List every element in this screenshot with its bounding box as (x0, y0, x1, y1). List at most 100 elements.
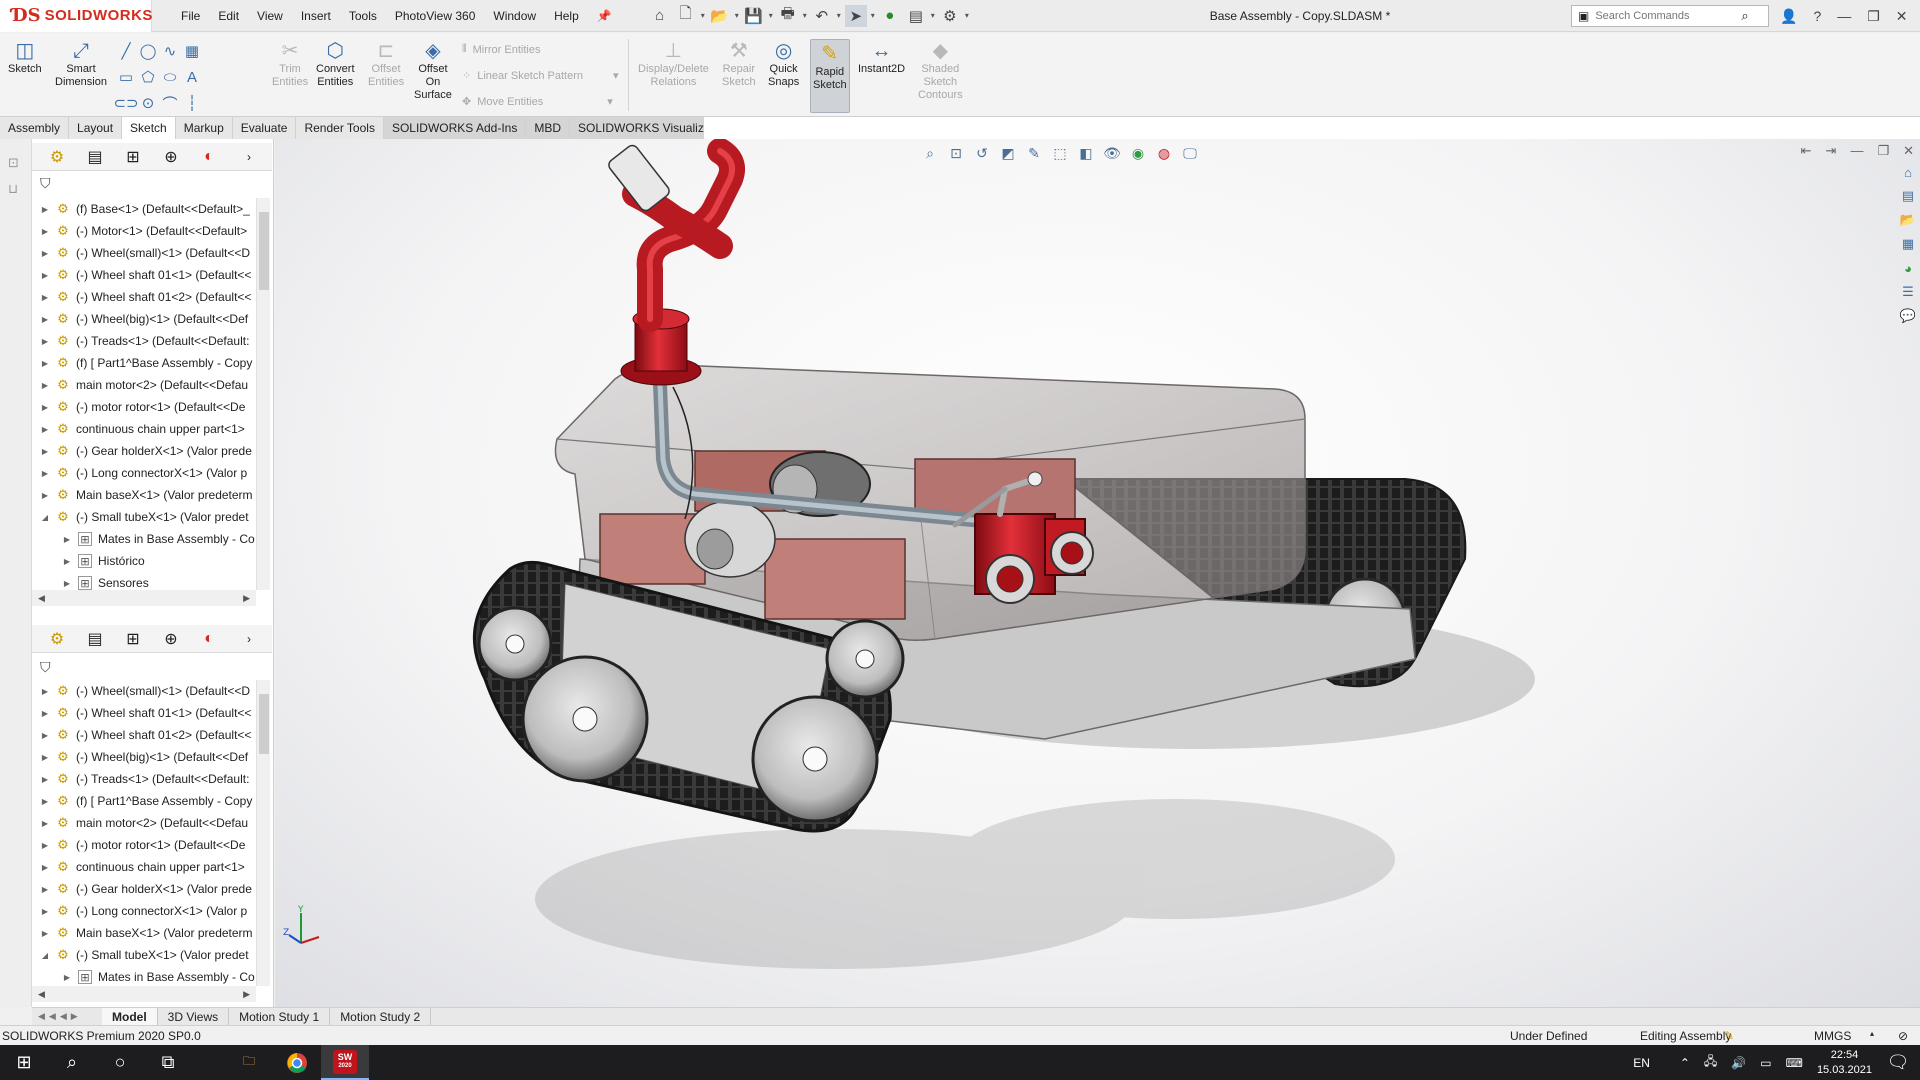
collapsed-arrow-icon[interactable]: ▶ (38, 753, 52, 762)
collapsed-arrow-icon[interactable]: ▶ (38, 687, 52, 696)
search-input[interactable] (1595, 10, 1736, 22)
collapsed-arrow-icon[interactable]: ▶ (38, 885, 52, 894)
collapsed-arrow-icon[interactable]: ▶ (38, 819, 52, 828)
tab-layout[interactable]: Layout (69, 117, 123, 139)
graphics-area[interactable]: ⌕ ⊡ ↺ ◩ ✎ ⬚ ◧ 👁 ◉ ◍ 🖵 ⇤ ⇥ — ❐ ✕ ⌂ ▤ 📂 ▦ … (275, 139, 1920, 1007)
sketch-fillet-icon[interactable]: ▦ (182, 39, 202, 63)
filter-top[interactable]: ⛉ (34, 172, 272, 194)
collapsed-arrow-icon[interactable]: ▶ (60, 973, 74, 982)
options-gear-icon[interactable]: ⚙ (939, 5, 961, 27)
collapsed-arrow-icon[interactable]: ▶ (38, 403, 52, 412)
tree-bottom-vscroll[interactable] (256, 680, 270, 986)
tab-motion-study-1[interactable]: Motion Study 1 (229, 1007, 331, 1026)
circle-icon[interactable]: ◯ (138, 39, 158, 63)
move-entities-button[interactable]: ✥ Move Entities ▾ (462, 95, 613, 109)
undo-dropdown-icon[interactable]: ▾ (837, 11, 841, 20)
tab-mbd[interactable]: MBD (526, 117, 570, 139)
display-manager-icon[interactable]: ◐ (196, 146, 222, 168)
volume-icon[interactable]: 🔊 (1731, 1056, 1746, 1070)
collapsed-arrow-icon[interactable]: ▶ (38, 227, 52, 236)
tree-item[interactable]: ▶ ⚙ Main baseX<1> (Valor predeterm (32, 922, 256, 944)
collapsed-arrow-icon[interactable]: ▶ (38, 425, 52, 434)
tab-visualize[interactable]: SOLIDWORKS Visualize (570, 117, 720, 139)
mirror-entities-button[interactable]: ⫴ Mirror Entities (462, 43, 540, 56)
tab-sketch[interactable]: Sketch (122, 117, 176, 139)
notifications-icon[interactable]: 🗨 (1884, 1045, 1912, 1080)
tree-child-item[interactable]: ▶ ⊞ Mates in Base Assembly - Co (32, 966, 256, 986)
filter-icon-2[interactable]: ⛉ (40, 659, 51, 676)
tree-item[interactable]: ▶ ⚙ (-) Wheel(small)<1> (Default<<D (32, 680, 256, 702)
centerline-icon[interactable]: ┆ (182, 91, 202, 115)
expanded-arrow-icon[interactable]: ◢ (38, 951, 52, 960)
collapsed-arrow-icon[interactable]: ▶ (38, 841, 52, 850)
feature-tree-icon-2[interactable]: ⚙ (44, 628, 70, 650)
cortana-icon[interactable]: ○ (96, 1045, 144, 1080)
tab-motion-study-2[interactable]: Motion Study 2 (330, 1007, 432, 1026)
network-icon[interactable]: 🖧 (1704, 1052, 1717, 1073)
tree-item[interactable]: ▶ ⚙ (-) motor rotor<1> (Default<<De (32, 396, 256, 418)
battery-icon[interactable]: ▭ (1760, 1056, 1771, 1070)
tab-model[interactable]: Model (102, 1007, 158, 1026)
tree-item[interactable]: ▶ ⚙ main motor<2> (Default<<Defau (32, 812, 256, 834)
trim-entities-button[interactable]: ✂ Trim Entities (272, 39, 308, 89)
tree-item[interactable]: ▶ ⚙ (-) Gear holderX<1> (Valor prede (32, 440, 256, 462)
offset-entities-button[interactable]: ⊏ Offset Entities (368, 39, 404, 89)
help-icon[interactable]: ? (1813, 8, 1821, 24)
tree-child-item[interactable]: ▶ ⊞ Mates in Base Assembly - Co (32, 528, 256, 550)
tab-assembly[interactable]: Assembly (0, 117, 70, 139)
tree-item[interactable]: ▶ ⚙ (-) motor rotor<1> (Default<<De (32, 834, 256, 856)
filter-bottom[interactable]: ⛉ (34, 656, 272, 678)
tab-evaluate[interactable]: Evaluate (233, 117, 297, 139)
select-dropdown-icon[interactable]: ▾ (871, 11, 875, 20)
tree-item[interactable]: ▶ ⚙ (f) [ Part1^Base Assembly - Copy (32, 352, 256, 374)
tree-item[interactable]: ▶ ⚙ (-) Wheel shaft 01<1> (Default<< (32, 702, 256, 724)
tree-item[interactable]: ▶ ⚙ (-) Wheel shaft 01<1> (Default<< (32, 264, 256, 286)
open-icon[interactable]: 📂 (709, 5, 731, 27)
collapsed-arrow-icon[interactable]: ▶ (38, 731, 52, 740)
point-icon[interactable]: ⊙ (138, 91, 158, 115)
expand-arrow-icon-2[interactable]: › (236, 628, 262, 650)
search-taskbar-icon[interactable]: ⌕ (48, 1045, 96, 1080)
slot-icon[interactable]: ⊂⊃ (113, 91, 138, 115)
collapsed-arrow-icon[interactable]: ▶ (38, 359, 52, 368)
solidworks-logo[interactable]: ƊS SOLIDWORKS (0, 0, 152, 32)
home-icon[interactable]: ⌂ (649, 5, 671, 27)
quick-snaps-button[interactable]: ◎ Quick Snaps (768, 39, 799, 89)
collapsed-arrow-icon[interactable]: ▶ (38, 491, 52, 500)
tab-markup[interactable]: Markup (176, 117, 233, 139)
collapsed-arrow-icon[interactable]: ▶ (38, 249, 52, 258)
tree-item[interactable]: ◢ ⚙ (-) Small tubeX<1> (Valor predet (32, 506, 256, 528)
tree-bottom-hscroll[interactable]: ◀ ▶ (32, 986, 256, 1002)
traffic-light-icon[interactable]: ● (879, 5, 901, 27)
collapsed-arrow-icon[interactable]: ▶ (38, 907, 52, 916)
tree-item[interactable]: ▶ ⚙ (-) Treads<1> (Default<<Default: (32, 330, 256, 352)
configuration-manager-icon-2[interactable]: ⊞ (120, 628, 146, 650)
collapsed-arrow-icon[interactable]: ▶ (60, 535, 74, 544)
language-indicator[interactable]: EN (1633, 1056, 1650, 1070)
linear-pattern-button[interactable]: ⁘ Linear Sketch Pattern ▾ (462, 69, 619, 83)
line-icon[interactable]: ╱ (116, 39, 136, 63)
tree-item[interactable]: ▶ ⚙ Main baseX<1> (Valor predeterm (32, 484, 256, 506)
windows-start-icon[interactable]: ⊞ (0, 1045, 48, 1080)
spline-icon[interactable]: ∿ (160, 39, 180, 63)
print-icon[interactable]: 🖶 (777, 5, 799, 27)
tree-item[interactable]: ▶ ⚙ (-) Wheel(big)<1> (Default<<Def (32, 308, 256, 330)
tree-item[interactable]: ▶ ⚙ (-) Wheel(big)<1> (Default<<Def (32, 746, 256, 768)
tree-top-hscroll[interactable]: ◀ ▶ (32, 590, 256, 606)
tree-item[interactable]: ▶ ⚙ continuous chain upper part<1> (32, 418, 256, 440)
save-dropdown-icon[interactable]: ▾ (769, 11, 773, 20)
collapsed-arrow-icon[interactable]: ▶ (60, 557, 74, 566)
dimxpert-icon[interactable]: ⊕ (158, 146, 184, 168)
dimxpert-icon-2[interactable]: ⊕ (158, 628, 184, 650)
chrome-taskbar-icon[interactable] (273, 1045, 321, 1080)
menu-view[interactable]: View (248, 0, 292, 32)
file-explorer-taskbar-icon[interactable]: 🗀 (225, 1045, 273, 1080)
repair-sketch-button[interactable]: ⚒ Repair Sketch (722, 39, 756, 89)
solidworks-taskbar-icon[interactable]: SW 2020 (321, 1045, 369, 1080)
collapsed-arrow-icon[interactable]: ▶ (38, 447, 52, 456)
collapsed-arrow-icon[interactable]: ▶ (38, 381, 52, 390)
menu-tools[interactable]: Tools (340, 0, 386, 32)
filter-icon[interactable]: ⛉ (40, 175, 51, 192)
tree-item[interactable]: ▶ ⚙ (-) Long connectorX<1> (Valor p (32, 900, 256, 922)
collapsed-arrow-icon[interactable]: ▶ (38, 315, 52, 324)
